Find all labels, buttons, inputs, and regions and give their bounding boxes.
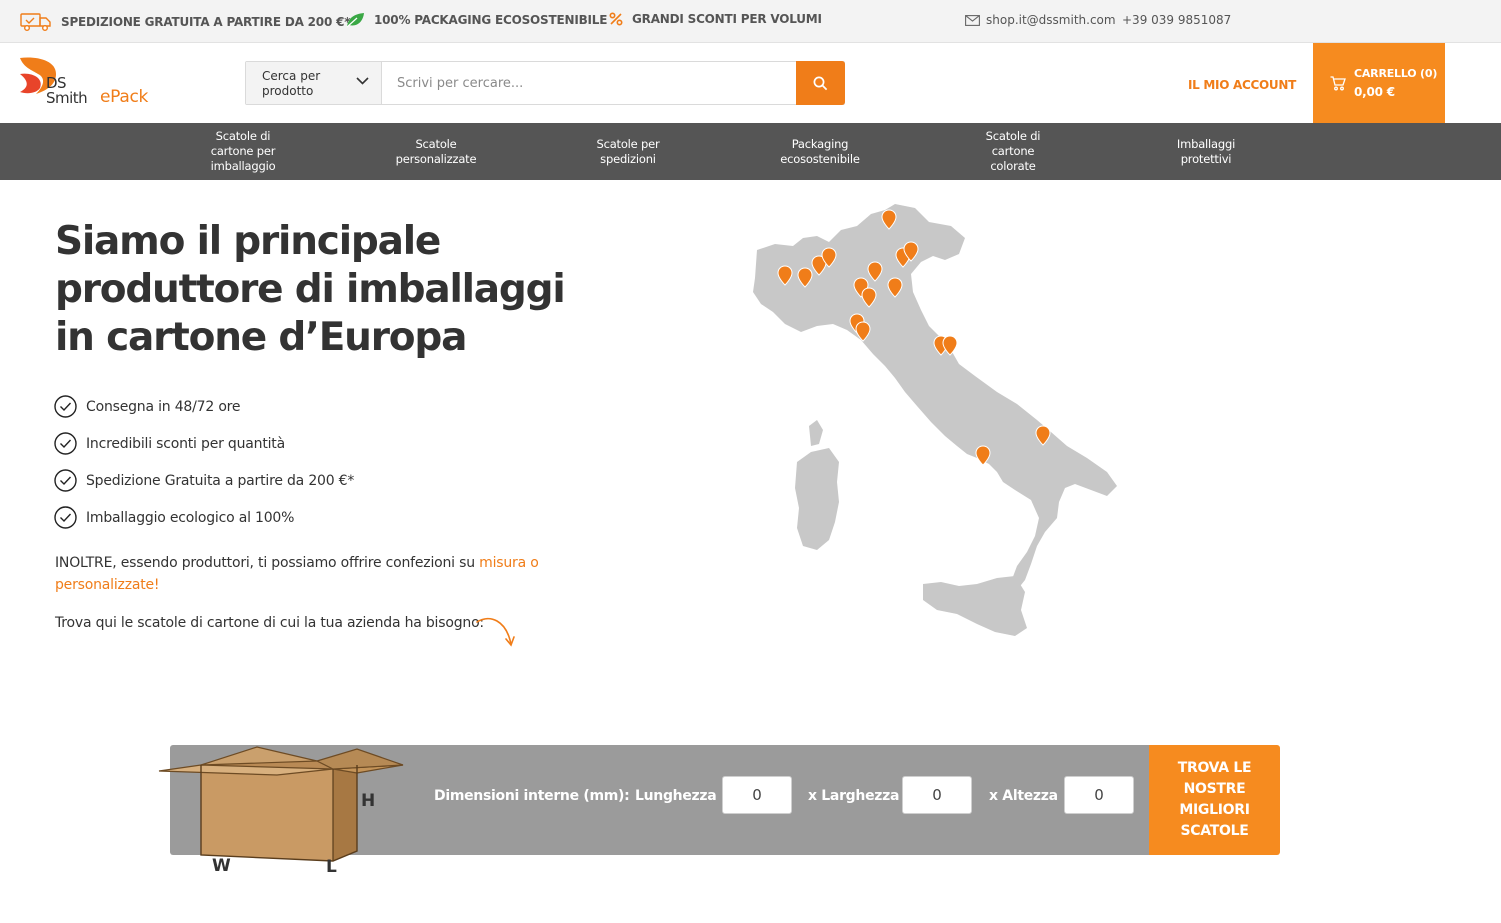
feature-item: Imballaggio ecologico al 100%	[54, 499, 354, 536]
feature-text: Spedizione Gratuita a partire da 200 €*	[86, 472, 355, 489]
custom-offer-paragraph: INOLTRE, essendo produttori, ti possiamo…	[55, 552, 555, 596]
chevron-down-icon	[356, 77, 369, 85]
nav-item-protective-packaging[interactable]: Imballaggi protettivi	[1156, 123, 1256, 180]
find-boxes-button[interactable]: TROVA LE NOSTRE MIGLIORI SCATOLE	[1149, 745, 1280, 855]
main-navigation: Scatole di cartone per imballaggio Scato…	[0, 123, 1501, 180]
top-info-bar: SPEDIZIONE GRATUITA A PARTIRE DA 200 €* …	[0, 0, 1501, 43]
italy-plants-map	[753, 204, 1117, 636]
curved-arrow-icon	[476, 617, 515, 647]
check-circle-icon	[54, 506, 77, 529]
feature-list: Consegna in 48/72 ore Incredibili sconti…	[54, 388, 354, 536]
feature-text: Consegna in 48/72 ore	[86, 398, 241, 415]
width-label: x Larghezza	[808, 788, 900, 804]
leaf-icon	[346, 13, 364, 28]
check-circle-icon	[54, 432, 77, 455]
cart-total: 0,00 €	[1354, 85, 1395, 99]
check-circle-icon	[54, 469, 77, 492]
cart-button[interactable]: CARRELLO (0) 0,00 €	[1313, 43, 1445, 123]
email-link[interactable]: shop.it@dssmith.com	[965, 13, 1116, 27]
ds-smith-epack-logo[interactable]: DS Smith ePack	[18, 56, 158, 112]
envelope-icon	[965, 14, 980, 26]
volume-discount-text: GRANDI SCONTI PER VOLUMI	[632, 12, 822, 26]
feature-item: Spedizione Gratuita a partire da 200 €*	[54, 462, 354, 499]
length-input[interactable]	[722, 776, 792, 814]
cart-label: CARRELLO (0)	[1354, 67, 1438, 80]
height-label: x Altezza	[989, 788, 1058, 804]
width-input[interactable]	[902, 776, 972, 814]
truck-icon	[20, 13, 51, 31]
search-icon	[813, 76, 828, 90]
eco-packaging-notice: 100% PACKAGING ECOSOSTENIBILE	[345, 12, 607, 28]
nav-item-colored-boxes[interactable]: Scatole di cartone colorate	[963, 123, 1063, 180]
search-category-line2: prodotto	[262, 84, 314, 98]
search-input[interactable]	[382, 62, 796, 104]
custom-offer-text: INOLTRE, essendo produttori, ti possiamo…	[55, 555, 480, 571]
nav-item-shipping-boxes[interactable]: Scatole per spedizioni	[578, 123, 678, 180]
find-boxes-paragraph: Trova qui le scatole di cartone di cui l…	[55, 615, 484, 631]
feature-item: Consegna in 48/72 ore	[54, 388, 354, 425]
nav-item-eco-packaging[interactable]: Packaging ecosostenibile	[765, 123, 875, 180]
feature-text: Incredibili sconti per quantità	[86, 435, 285, 452]
eco-packaging-text: 100% PACKAGING ECOSOSTENIBILE	[374, 13, 608, 27]
nav-item-custom-boxes[interactable]: Scatole personalizzate	[381, 123, 491, 180]
search-bar: Cerca per prodotto	[245, 61, 845, 105]
check-circle-icon	[54, 395, 77, 418]
free-shipping-text: SPEDIZIONE GRATUITA A PARTIRE DA 200 €*	[61, 15, 351, 29]
phone-link[interactable]: +39 039 9851087	[1122, 13, 1231, 27]
search-category-select[interactable]: Cerca per prodotto	[246, 62, 382, 104]
email-text: shop.it@dssmith.com	[986, 13, 1116, 27]
search-button[interactable]	[796, 61, 845, 105]
phone-text: +39 039 9851087	[1122, 13, 1232, 27]
dimensions-label: Dimensioni interne (mm):	[434, 788, 630, 804]
length-label: Lunghezza	[635, 788, 717, 804]
logo-smith: Smith	[46, 89, 88, 107]
volume-discount-notice: GRANDI SCONTI PER VOLUMI	[609, 12, 822, 26]
cart-icon	[1330, 75, 1346, 90]
percent-icon	[609, 12, 623, 26]
box-width-letter: W	[212, 856, 231, 876]
logo-epack: ePack	[100, 87, 149, 107]
box-length-letter: L	[326, 857, 337, 877]
height-input[interactable]	[1064, 776, 1134, 814]
my-account-link[interactable]: IL MIO ACCOUNT	[1184, 78, 1300, 92]
nav-item-packaging-boxes[interactable]: Scatole di cartone per imballaggio	[193, 123, 293, 180]
free-shipping-notice: SPEDIZIONE GRATUITA A PARTIRE DA 200 €*	[20, 12, 350, 32]
feature-text: Imballaggio ecologico al 100%	[86, 509, 295, 526]
box-height-letter: H	[361, 791, 376, 811]
feature-item: Incredibili sconti per quantità	[54, 425, 354, 462]
cart-summary: CARRELLO (0) 0,00 €	[1354, 65, 1437, 101]
hero-title: Siamo il principale produttore di imball…	[55, 219, 566, 360]
